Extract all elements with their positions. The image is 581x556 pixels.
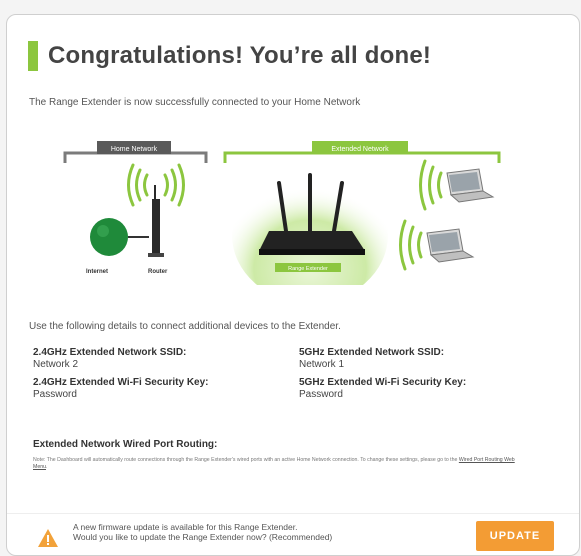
connection-instructions: Use the following details to connect add… bbox=[29, 321, 341, 332]
firmware-message-line1: A new firmware update is available for t… bbox=[73, 522, 298, 532]
routing-note-text: Note: The Dashboard will automatically r… bbox=[33, 457, 458, 463]
firmware-update-banner: A new firmware update is available for t… bbox=[7, 513, 579, 554]
laptop-icon-1 bbox=[446, 168, 495, 203]
key-5ghz-value: Password bbox=[299, 389, 343, 400]
extended-network-bracket: Extended Network bbox=[223, 141, 501, 163]
ssid-5ghz-value: Network 1 bbox=[299, 359, 345, 370]
key-24ghz-value: Password bbox=[33, 389, 77, 400]
internet-label: Internet bbox=[86, 269, 108, 275]
key-5ghz-field: 5GHz Extended Wi-Fi Security Key: Passwo… bbox=[299, 377, 466, 400]
router-icon: Router bbox=[148, 185, 168, 275]
ssid-24ghz-value: Network 2 bbox=[33, 359, 79, 370]
page-title: Congratulations! You’re all done! bbox=[48, 42, 432, 69]
laptop-wifi-icon-1 bbox=[419, 159, 443, 211]
firmware-message: A new firmware update is available for t… bbox=[73, 522, 332, 542]
home-network-label: Home Network bbox=[111, 146, 158, 153]
wired-port-routing-note: Note: The Dashboard will automatically r… bbox=[33, 457, 515, 470]
warning-icon bbox=[38, 529, 58, 547]
key-5ghz-label: 5GHz Extended Wi-Fi Security Key: bbox=[299, 377, 467, 388]
range-extender-label: Range Extender bbox=[288, 266, 328, 272]
extended-network-label: Extended Network bbox=[331, 146, 389, 153]
ssid-24ghz-label: 2.4GHz Extended Network SSID: bbox=[33, 347, 187, 358]
update-button[interactable]: UPDATE bbox=[476, 521, 554, 551]
setup-complete-card: Congratulations! You’re all done! The Ra… bbox=[6, 14, 580, 556]
ssid-5ghz-label: 5GHz Extended Network SSID: bbox=[299, 347, 445, 358]
wired-port-routing-title: Extended Network Wired Port Routing: bbox=[33, 439, 218, 450]
router-label: Router bbox=[148, 269, 168, 275]
laptop-wifi-icon-2 bbox=[399, 219, 423, 271]
laptop-icon-2 bbox=[426, 228, 475, 263]
home-network-bracket: Home Network bbox=[63, 141, 208, 163]
network-diagram-svg: Home Network Extended Network Internet R… bbox=[63, 141, 501, 303]
title-row: Congratulations! You’re all done! bbox=[28, 41, 431, 71]
key-24ghz-label: 2.4GHz Extended Wi-Fi Security Key: bbox=[33, 377, 209, 388]
ssid-24ghz-field: 2.4GHz Extended Network SSID: Network 2 bbox=[33, 347, 186, 370]
title-accent-bar bbox=[28, 41, 38, 71]
internet-globe-icon: Internet bbox=[86, 218, 149, 275]
ssid-5ghz-field: 5GHz Extended Network SSID: Network 1 bbox=[299, 347, 444, 370]
connection-status-text: The Range Extender is now successfully c… bbox=[29, 97, 361, 108]
network-diagram: Home Network Extended Network Internet R… bbox=[7, 125, 579, 303]
key-24ghz-field: 2.4GHz Extended Wi-Fi Security Key: Pass… bbox=[33, 377, 209, 400]
